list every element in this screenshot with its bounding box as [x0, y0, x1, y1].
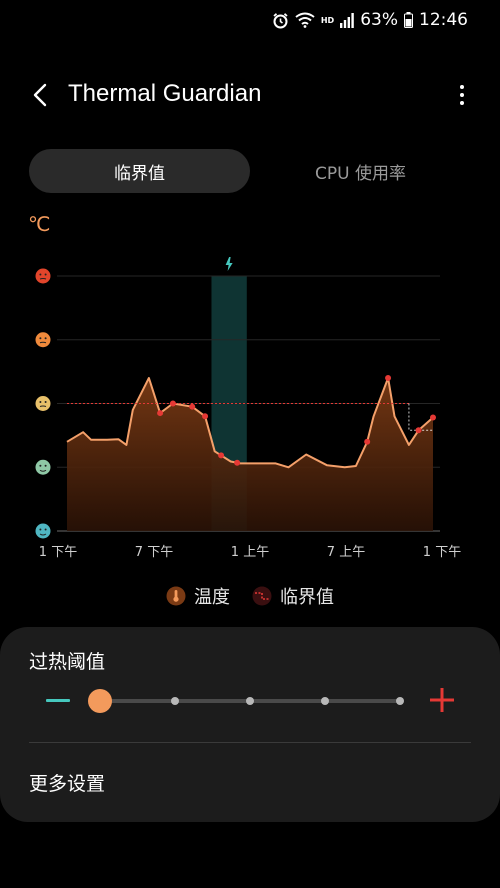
x-tick-label: 7 下午 [135, 545, 173, 560]
decrease-button[interactable] [44, 685, 72, 715]
threshold-slider[interactable] [88, 687, 408, 715]
level-hot-icon [35, 332, 51, 348]
x-tick-label: 1 下午 [423, 545, 461, 560]
slider-step-dot[interactable] [171, 697, 179, 705]
increase-button[interactable] [428, 686, 456, 714]
temperature-chart: 1 下午 7 下午 1 上午 7 上午 1 下午 [35, 257, 461, 560]
chevron-left-icon [33, 83, 47, 107]
overheat-threshold-title: 过热阈值 [29, 651, 106, 673]
threshold-line-icon [252, 586, 272, 606]
chart-legend: 温度 临界值 [0, 583, 500, 609]
status-bar: HD 63% 12:46 [0, 0, 500, 42]
thermometer-icon [166, 586, 186, 606]
x-tick-label: 1 上午 [231, 545, 269, 560]
network-hd-badge: HD [320, 15, 335, 25]
slider-thumb[interactable] [88, 689, 112, 713]
data-point-marker [189, 403, 196, 410]
data-point-marker [234, 459, 241, 466]
battery-icon [404, 12, 413, 28]
x-tick-label: 1 下午 [39, 545, 77, 560]
level-normal-icon [35, 459, 51, 475]
minus-icon [46, 698, 70, 702]
more-options-button[interactable] [452, 80, 472, 110]
lightning-icon [225, 257, 233, 271]
slider-step-dot[interactable] [396, 697, 404, 705]
data-point-marker [364, 438, 371, 445]
level-warm-icon [35, 396, 51, 411]
status-time: 12:46 [419, 10, 468, 30]
plus-icon [430, 688, 454, 712]
more-vertical-icon [460, 85, 464, 89]
app-bar: Thermal Guardian [0, 70, 500, 120]
tab-cpu-usage[interactable]: CPU 使用率 [250, 149, 471, 193]
signal-icon [340, 12, 355, 28]
data-point-marker [157, 410, 164, 417]
data-point-marker [202, 413, 209, 420]
level-cool-icon [35, 523, 51, 539]
data-point-marker [169, 400, 176, 407]
back-button[interactable] [26, 80, 54, 110]
legend-threshold-label: 临界值 [280, 587, 334, 608]
overheat-threshold-panel: 过热阈值 更多设置 [0, 627, 500, 822]
data-point-marker [415, 427, 422, 434]
temperature-area [67, 378, 433, 531]
x-tick-label: 7 上午 [327, 545, 365, 560]
legend-threshold: 临界值 [252, 583, 334, 609]
slider-step-dot[interactable] [321, 697, 329, 705]
tab-threshold[interactable]: 临界值 [29, 149, 250, 193]
battery-percent: 63% [360, 10, 398, 30]
level-very-hot-icon [35, 268, 51, 284]
wifi-icon [295, 12, 315, 28]
chart-unit-label: ℃ [28, 212, 51, 236]
panel-divider [29, 742, 471, 743]
data-point-marker [385, 375, 392, 381]
data-point-marker [430, 414, 436, 421]
data-point-marker [218, 452, 225, 459]
tab-bar: 临界值 CPU 使用率 [29, 149, 471, 193]
status-icons: HD 63% 12:46 [272, 10, 468, 30]
page-title: Thermal Guardian [68, 80, 262, 107]
more-settings-link[interactable]: 更多设置 [29, 769, 105, 796]
alarm-icon [272, 12, 289, 29]
slider-step-dot[interactable] [246, 697, 254, 705]
legend-temperature: 温度 [166, 583, 230, 609]
legend-temperature-label: 温度 [194, 587, 230, 608]
